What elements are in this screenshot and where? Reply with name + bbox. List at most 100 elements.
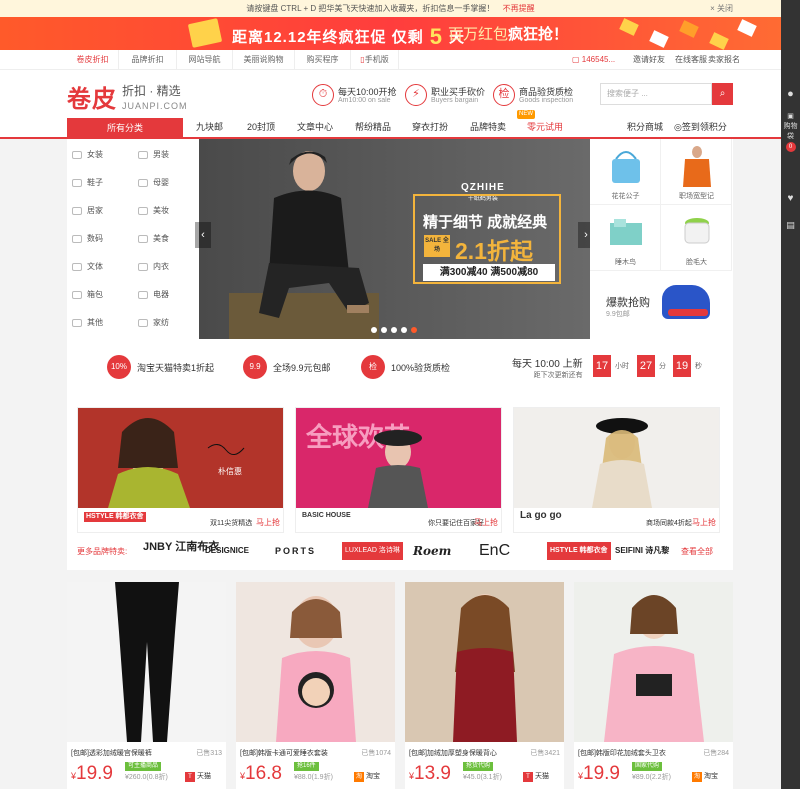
cart-icon: ▣ <box>787 113 794 120</box>
brand-card[interactable]: La go go 商场同款4折起 马上抢 <box>513 407 720 533</box>
carousel-dot[interactable] <box>401 327 407 333</box>
product-title[interactable]: [包邮]透彩加绒暖宫保暖裤 <box>71 748 152 758</box>
all-categories-button[interactable]: 所有分类 <box>67 118 183 139</box>
brand-go-link[interactable]: 马上抢 <box>474 517 498 528</box>
seller-link[interactable]: 卖家报名 <box>708 50 740 70</box>
brand-logo-roem[interactable]: Roem <box>413 542 451 560</box>
brand-card[interactable]: 朴信惠 HSTYLE 韩都衣舍 双11尖货精选 马上抢 <box>77 407 284 533</box>
cat-free-trial[interactable]: 零元试用 <box>527 118 563 137</box>
sidebar-item-label: 文体 <box>87 262 103 271</box>
topnav-item-discount[interactable]: 卷皮折扣 <box>67 50 119 70</box>
notice-close-button[interactable]: × 关闭 <box>710 0 733 17</box>
heart-icon[interactable]: ♥ <box>781 193 800 204</box>
sidebar-item-baby[interactable]: 母婴 <box>133 169 199 197</box>
timer-minutes: 27 <box>637 355 655 377</box>
carousel-dot[interactable] <box>371 327 377 333</box>
featured-item[interactable]: 睡木鸟 <box>590 205 661 271</box>
brand-go-link[interactable]: 马上抢 <box>692 517 716 528</box>
sidebar-item-shoes[interactable]: 鞋子 <box>67 169 133 197</box>
product-card[interactable]: [包邮]透彩加绒暖宫保暖裤 已售313 ¥19.9 可主播商品 ¥260.0(0… <box>67 582 226 789</box>
product-shop-name: 天猫 <box>197 773 211 780</box>
gift-icon[interactable]: ▤ <box>781 220 800 231</box>
product-shop: 淘淘宝 <box>692 771 718 782</box>
featured-item[interactable]: 职场宽型记 <box>661 139 732 205</box>
sidebar-item-women[interactable]: 女装 <box>67 141 133 169</box>
product-shop: T 天猫 <box>185 771 211 782</box>
featured-item[interactable]: 脸毛大 <box>661 205 732 271</box>
carousel-prev-arrow[interactable]: ‹ <box>195 222 211 248</box>
cart-button[interactable]: ▣ 购物袋 0 <box>781 112 800 152</box>
brand-logo-hstyle[interactable]: HSTYLE 韩都衣舍 <box>547 542 611 560</box>
product-card[interactable]: [包邮]韩版卡通可爱睡衣套装 已售1074 ¥16.8 抢16件 ¥88.0(1… <box>236 582 395 789</box>
more-icon <box>72 319 82 327</box>
featured-caption: 花花公子 <box>611 193 640 200</box>
topnav-item-brand[interactable]: 品牌折扣 <box>119 50 177 70</box>
topnav-item-mobile[interactable]: ▯手机版 <box>351 50 399 70</box>
sidebar-item-underwear[interactable]: 内衣 <box>133 253 199 281</box>
carousel-dot[interactable] <box>391 327 397 333</box>
checkin-button[interactable]: ◎签到领积分 <box>674 118 727 137</box>
cat-articles[interactable]: 文章中心 <box>297 118 333 137</box>
sidebar-item-food[interactable]: 美食 <box>133 225 199 253</box>
invite-link[interactable]: 邀请好友 <box>633 50 665 70</box>
hot-deal-sub: 9.9包邮 <box>606 311 630 318</box>
featured-caption: 职场宽型记 <box>679 193 714 200</box>
product-title[interactable]: [包邮]加绒加厚塑身保暖背心 <box>409 748 497 758</box>
cat-points-mall[interactable]: 积分商城 <box>627 118 663 137</box>
feature-bargain-sub: Buyers bargain <box>431 97 479 104</box>
view-all-brands-link[interactable]: 查看全部 <box>681 546 713 557</box>
brand-signature: 朴信惠 <box>218 466 242 476</box>
product-original-price: ¥45.0(3.1折) <box>463 774 502 781</box>
cat-outfit[interactable]: 穿衣打扮 <box>412 118 448 137</box>
baby-icon <box>138 179 148 187</box>
cat-nine[interactable]: 九块邮 <box>196 118 223 137</box>
bag-icon <box>72 291 82 299</box>
promo-banner[interactable]: 距离12.12年终疯狂促 仅剩 5 天 百万红包疯狂抢！ <box>0 17 781 50</box>
user-icon[interactable]: ● <box>781 88 800 100</box>
product-shop-name: 天猫 <box>535 773 549 780</box>
brand-logo-jnby[interactable]: JNBY 江南布衣 <box>143 542 219 560</box>
brand-logo-ports[interactable]: PORTS <box>275 542 316 560</box>
sidebar-item-textile[interactable]: 家纺 <box>133 309 199 337</box>
notice-dismiss-link[interactable]: 不再提醒 <box>503 4 535 13</box>
sidebar-item-bags[interactable]: 箱包 <box>67 281 133 309</box>
sidebar-item-beauty[interactable]: 美妆 <box>133 197 199 225</box>
brand-logo-designice[interactable]: DESIGNICE <box>205 542 249 560</box>
product-card[interactable]: [包邮]韩版印花加绒套头卫衣 已售284 ¥19.9 国家代购 ¥89.0(2.… <box>574 582 733 789</box>
hero-banner[interactable]: QZHIHE 千纸鹤男装 精于细节 成就经典 SALE 全场 2.1折起 满30… <box>199 139 590 339</box>
sidebar-item-stationery[interactable]: 文体 <box>67 253 133 281</box>
topnav-item-meilishuo[interactable]: 美丽说购物 <box>233 50 295 70</box>
topnav-item-miniprogram[interactable]: 购买程序 <box>295 50 351 70</box>
user-account[interactable]: ▢ 146545... <box>572 50 615 70</box>
topnav-item-sitemap[interactable]: 网站导航 <box>177 50 233 70</box>
cart-label: 购物袋 <box>783 123 798 140</box>
product-title[interactable]: [包邮]韩版卡通可爱睡衣套装 <box>240 748 328 758</box>
site-logo[interactable]: 卷皮 <box>67 79 117 114</box>
product-title[interactable]: [包邮]韩版印花加绒套头卫衣 <box>578 748 666 758</box>
sidebar-item-other[interactable]: 其他 <box>67 309 133 337</box>
brand-logo-seifini[interactable]: SEIFINI 诗凡黎 <box>615 542 669 560</box>
brand-logo-enc[interactable]: EnC <box>479 542 510 560</box>
service-link[interactable]: 在线客服 <box>675 50 707 70</box>
carousel-dot-active[interactable] <box>411 327 417 333</box>
brand-logo-luxlead[interactable]: LUXLEAD 洛诗琳 <box>342 542 403 560</box>
brand-card[interactable]: 全球欢节 BASIC HOUSE 你只要记住百家好 马上抢 <box>295 407 502 533</box>
search-input[interactable]: 搜索便子 ... <box>600 83 712 105</box>
brand-go-link[interactable]: 马上抢 <box>256 517 280 528</box>
feature-daily-sub: Am10:00 on sale <box>338 97 391 104</box>
tmall-icon: T <box>185 772 195 782</box>
sidebar-item-digital[interactable]: 数码 <box>67 225 133 253</box>
sidebar-item-appliance[interactable]: 电器 <box>133 281 199 309</box>
sidebar-item-men[interactable]: 男装 <box>133 141 199 169</box>
bedding-image <box>610 219 642 245</box>
featured-item[interactable]: 花花公子 <box>590 139 661 205</box>
search-icon[interactable]: ⌕ <box>712 83 733 105</box>
cat-select[interactable]: 帮纷精品 <box>355 118 391 137</box>
product-card[interactable]: [包邮]加绒加厚塑身保暖背心 已售3421 ¥13.9 抢货代购 ¥45.0(3… <box>405 582 564 789</box>
hot-deal-card[interactable]: 爆款抢购 9.9包邮 <box>590 272 733 339</box>
cat-brand[interactable]: 品牌特卖 <box>470 118 506 137</box>
carousel-dot[interactable] <box>381 327 387 333</box>
cat-twenty[interactable]: 20封顶 <box>247 118 275 137</box>
sidebar-item-home[interactable]: 居家 <box>67 197 133 225</box>
model-photo <box>229 151 379 339</box>
